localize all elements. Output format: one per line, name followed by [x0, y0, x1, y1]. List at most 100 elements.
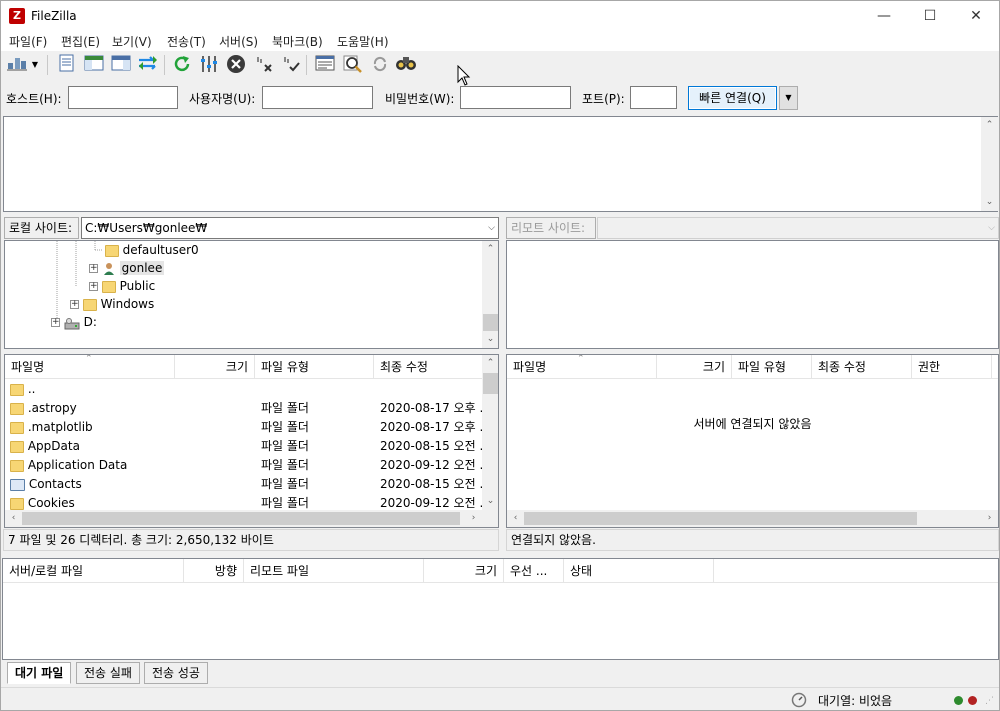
scroll-left-arrow-icon[interactable]: ‹ — [507, 510, 524, 527]
menu-view[interactable]: 보기(V) — [112, 33, 152, 50]
username-input[interactable] — [262, 86, 373, 109]
table-row[interactable]: Application Data 파일 폴더 2020-09-12 오전 . — [5, 456, 482, 475]
table-row[interactable]: Contacts 파일 폴더 2020-08-15 오전 . — [5, 475, 482, 494]
process-queue-icon[interactable] — [198, 54, 220, 76]
local-file-list[interactable]: 파일명 ⌃ 크기 파일 유형 최종 수정 .. .astropy 파일 폴더 2020… — [4, 354, 499, 528]
scroll-left-arrow-icon[interactable]: ‹ — [5, 510, 22, 527]
menu-server[interactable]: 서버(S) — [219, 33, 258, 50]
table-row[interactable]: .astropy 파일 폴더 2020-08-17 오후 . — [5, 399, 482, 418]
refresh-icon[interactable] — [171, 54, 193, 76]
tree-item-windows[interactable]: + Windows — [70, 295, 154, 313]
menu-help[interactable]: 도움말(H) — [337, 33, 389, 50]
tree-item-public[interactable]: + Public — [89, 277, 155, 295]
tree-item-drive-d[interactable]: + D: — [51, 313, 97, 331]
disconnect-icon[interactable] — [253, 54, 275, 76]
column-filename[interactable]: 파일명 ⌃ — [507, 355, 657, 379]
host-input[interactable] — [68, 86, 178, 109]
expand-plus-icon[interactable]: + — [70, 300, 79, 309]
column-priority[interactable]: 우선 ... — [504, 559, 564, 583]
local-path-value: C:₩Users₩gonlee₩ — [85, 221, 208, 235]
local-files-hscrollbar[interactable]: ‹ › — [5, 510, 498, 527]
column-filename[interactable]: 파일명 ⌃ — [5, 355, 175, 379]
column-size[interactable]: 크기 — [657, 355, 732, 379]
remote-files-hscrollbar[interactable]: ‹ › — [507, 510, 998, 527]
search-remote-files-icon[interactable] — [395, 54, 417, 76]
local-site-label: 로컬 사이트: — [4, 217, 79, 239]
toolbar-separator — [164, 55, 165, 75]
site-manager-dropdown-icon[interactable]: ▼ — [29, 54, 41, 76]
password-input[interactable] — [460, 86, 571, 109]
column-size[interactable]: 크기 — [175, 355, 255, 379]
table-row[interactable]: AppData 파일 폴더 2020-08-15 오전 . — [5, 437, 482, 456]
local-files-vscrollbar[interactable]: ⌃ ⌄ — [482, 355, 498, 510]
scroll-thumb[interactable] — [483, 314, 498, 331]
tree-item-gonlee[interactable]: + gonlee — [89, 259, 165, 277]
scroll-down-arrow-icon[interactable]: ⌄ — [482, 493, 498, 510]
expand-plus-icon[interactable]: + — [89, 282, 98, 291]
local-directory-tree[interactable]: defaultuser0 + gonlee + Public + Windows… — [4, 240, 499, 349]
window-title: FileZilla — [31, 9, 77, 23]
menu-transfer[interactable]: 전송(T) — [167, 33, 206, 50]
tab-failed-transfers[interactable]: 전송 실패 — [76, 662, 140, 684]
expand-plus-icon[interactable]: + — [51, 318, 60, 327]
tab-queued-files[interactable]: 대기 파일 — [7, 662, 72, 684]
tree-item-defaultuser0[interactable]: defaultuser0 — [89, 241, 199, 259]
transfer-queue[interactable]: 서버/로컬 파일 방향 리모트 파일 크기 우선 ... 상태 — [2, 558, 999, 660]
column-modified[interactable]: 최종 수정 — [812, 355, 912, 379]
maximize-button[interactable]: ☐ — [907, 1, 953, 31]
folder-icon — [10, 383, 24, 396]
menu-edit[interactable]: 편집(E) — [61, 33, 100, 50]
compare-directories-icon[interactable] — [342, 54, 364, 76]
file-name: Application Data — [27, 458, 128, 472]
sync-browse-icon[interactable] — [369, 54, 391, 76]
column-status[interactable]: 상태 — [564, 559, 714, 583]
scroll-down-arrow-icon[interactable]: ⌄ — [482, 331, 498, 348]
column-type[interactable]: 파일 유형 — [732, 355, 812, 379]
local-tree-scrollbar[interactable]: ⌃ ⌄ — [482, 241, 498, 348]
scroll-thumb[interactable] — [483, 373, 498, 394]
chevron-down-icon[interactable]: ⌵ — [488, 221, 495, 236]
scroll-thumb[interactable] — [524, 512, 917, 525]
scroll-up-arrow-icon[interactable]: ⌃ — [482, 355, 498, 372]
column-modified[interactable]: 최종 수정 — [374, 355, 482, 379]
scroll-right-arrow-icon[interactable]: › — [465, 510, 482, 527]
table-row[interactable]: .. — [5, 380, 482, 399]
column-permissions[interactable]: 권한 — [912, 355, 992, 379]
close-button[interactable]: ✕ — [953, 1, 999, 31]
message-log-toggle-icon[interactable] — [56, 54, 78, 76]
local-path-combo[interactable]: C:₩Users₩gonlee₩ ⌵ — [81, 217, 499, 239]
cancel-icon[interactable] — [225, 54, 247, 76]
scroll-up-arrow-icon[interactable]: ⌃ — [482, 241, 498, 258]
minimize-button[interactable]: — — [861, 1, 907, 31]
scroll-down-arrow-icon[interactable]: ⌄ — [981, 194, 998, 211]
resize-grip-icon[interactable]: ⋰ — [985, 696, 994, 706]
transfer-queue-toggle-icon[interactable] — [137, 54, 159, 76]
column-size[interactable]: 크기 — [424, 559, 504, 583]
expand-plus-icon[interactable]: + — [89, 264, 98, 273]
tab-successful-transfers[interactable]: 전송 성공 — [144, 662, 208, 684]
column-direction[interactable]: 방향 — [184, 559, 244, 583]
column-remote-file[interactable]: 리모트 파일 — [244, 559, 424, 583]
speed-limit-icon[interactable] — [791, 692, 807, 708]
column-server-local-file[interactable]: 서버/로컬 파일 — [3, 559, 184, 583]
remote-tree-toggle-icon[interactable] — [110, 54, 132, 76]
scroll-up-arrow-icon[interactable]: ⌃ — [981, 117, 998, 134]
scroll-right-arrow-icon[interactable]: › — [981, 510, 998, 527]
directory-filter-icon[interactable] — [314, 54, 336, 76]
title-bar: Z FileZilla — ☐ ✕ — [1, 1, 999, 31]
remote-directory-tree[interactable] — [506, 240, 999, 349]
quickconnect-history-dropdown[interactable]: ▼ — [779, 86, 798, 110]
column-type[interactable]: 파일 유형 — [255, 355, 374, 379]
reconnect-icon[interactable] — [280, 54, 302, 76]
quickconnect-button[interactable]: 빠른 연결(Q) — [688, 86, 777, 110]
menu-file[interactable]: 파일(F) — [9, 33, 47, 50]
menu-bookmarks[interactable]: 북마크(B) — [272, 33, 323, 50]
site-manager-icon[interactable] — [6, 54, 28, 76]
local-tree-toggle-icon[interactable] — [83, 54, 105, 76]
table-row[interactable]: .matplotlib 파일 폴더 2020-08-17 오후 . — [5, 418, 482, 437]
port-input[interactable] — [630, 86, 677, 109]
scroll-thumb[interactable] — [22, 512, 460, 525]
message-log[interactable]: ⌃ ⌄ — [3, 116, 998, 212]
message-log-scrollbar[interactable]: ⌃ ⌄ — [981, 117, 998, 211]
remote-file-list[interactable]: 파일명 ⌃ 크기 파일 유형 최종 수정 권한 서버에 연결되지 않았음 ‹ › — [506, 354, 999, 528]
